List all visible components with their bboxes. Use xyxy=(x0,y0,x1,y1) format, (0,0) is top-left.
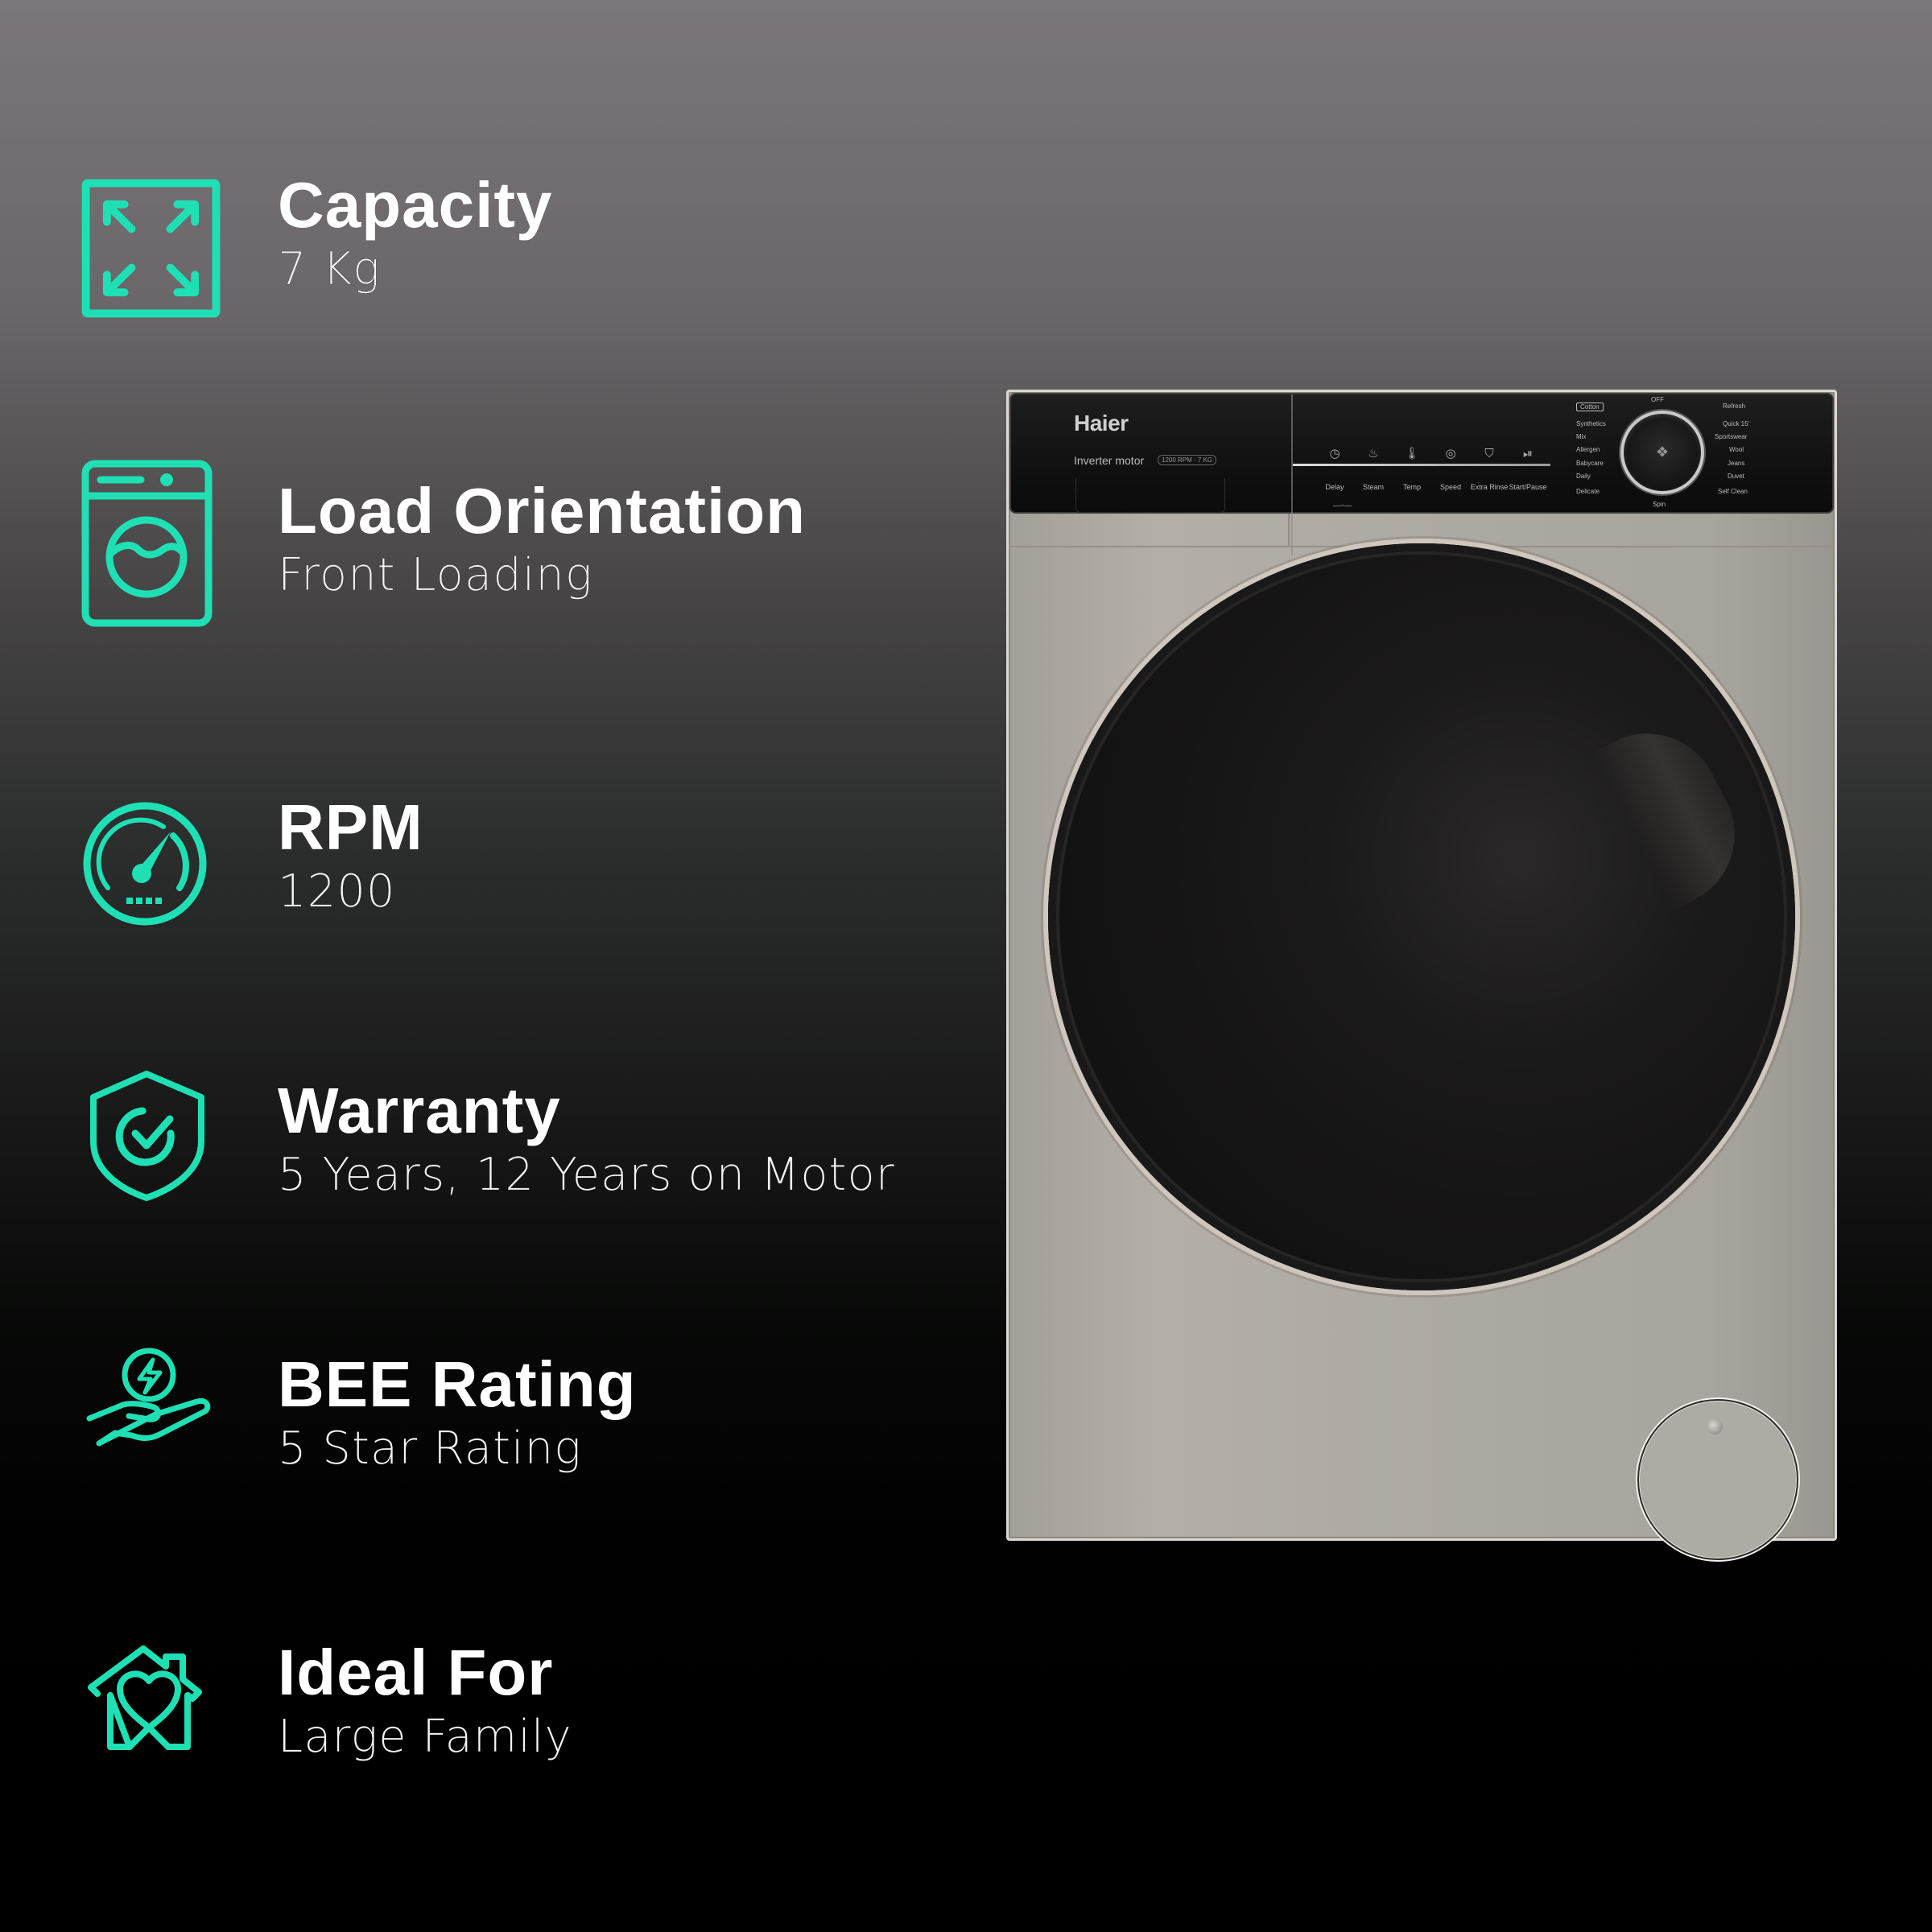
spec-value: 5 Star Rating xyxy=(278,1422,582,1475)
shirt-steam-icon: ♨ xyxy=(1368,447,1379,460)
program-mix: Mix xyxy=(1576,433,1587,440)
program-duvet: Duvet xyxy=(1728,473,1744,480)
program-babycare: Babycare xyxy=(1576,460,1604,467)
home-heart-icon xyxy=(85,1639,213,1756)
hand-energy-icon xyxy=(85,1348,213,1461)
spec-value: Front Loading xyxy=(278,549,593,601)
program-allergen: Allergen xyxy=(1576,446,1600,453)
button-start-pause: Start/Pause xyxy=(1509,483,1547,491)
rinse-icon: ⛉ xyxy=(1484,447,1494,460)
panel-divider xyxy=(1291,394,1293,555)
spec-title: RPM xyxy=(278,791,423,863)
filter-latch xyxy=(1707,1418,1723,1435)
washing-machine-icon xyxy=(80,459,213,628)
detergent-drawer-seam xyxy=(1288,514,1290,546)
door-glass xyxy=(1048,543,1795,1290)
program-dial: ❖ xyxy=(1620,411,1704,494)
door-ring xyxy=(1043,539,1800,1295)
program-jeans: Jeans xyxy=(1728,460,1745,467)
spec-title: BEE Rating xyxy=(278,1348,637,1420)
speedometer-icon xyxy=(80,799,209,928)
program-sportswear: Sportswear xyxy=(1715,433,1748,440)
spec-value: 7 Kg xyxy=(278,243,381,295)
spec-value: 5 Years, 12 Years on Motor xyxy=(278,1149,895,1201)
spec-value: 1200 xyxy=(278,865,396,918)
spec-value: Large Family xyxy=(278,1711,572,1763)
touch-strip xyxy=(1293,464,1550,466)
program-refresh: Refresh xyxy=(1723,402,1746,410)
filter-cover xyxy=(1637,1399,1798,1560)
spec-title: Capacity xyxy=(278,169,553,241)
display-window xyxy=(1075,478,1225,513)
dial-label-spin: Spin xyxy=(1653,501,1666,508)
program-quick-15: Quick 15' xyxy=(1723,420,1750,427)
program-synthetics: Synthetics xyxy=(1576,420,1606,427)
clock-icon: ◷ xyxy=(1329,447,1340,460)
spec-title: Ideal For xyxy=(278,1637,554,1708)
dial-label-off: OFF xyxy=(1651,396,1664,403)
program-wool: Wool xyxy=(1729,446,1744,453)
program-daily: Daily xyxy=(1576,473,1591,480)
spec-badges: 1200 RPM · 7 KG xyxy=(1158,455,1217,465)
control-panel: Haier Inverter motor 1200 RPM · 7 KG ◷ ♨… xyxy=(1009,393,1834,555)
play-pause-icon: ⏯ xyxy=(1522,447,1533,460)
child-lock-icon: —◦— xyxy=(1333,502,1352,510)
shield-check-icon xyxy=(90,1069,211,1202)
program-self-clean: Self Clean xyxy=(1718,488,1748,495)
expand-arrows-icon xyxy=(80,178,221,319)
program-delicate: Delicate xyxy=(1576,488,1600,495)
diamond-icon: ❖ xyxy=(1655,444,1670,460)
door-handle xyxy=(1591,708,1761,910)
inverter-motor-label: Inverter motor xyxy=(1074,454,1145,467)
spec-title: Load Orientation xyxy=(278,475,806,547)
spin-speed-icon: ◎ xyxy=(1445,447,1456,460)
brand-logo: Haier xyxy=(1074,411,1129,436)
spec-title: Warranty xyxy=(278,1075,561,1146)
thermometer-icon: 🌡︎ xyxy=(1404,447,1420,460)
program-cotton: Cotton xyxy=(1576,402,1604,411)
product-image-washing-machine: Haier Inverter motor 1200 RPM · 7 KG ◷ ♨… xyxy=(1006,390,1837,1560)
